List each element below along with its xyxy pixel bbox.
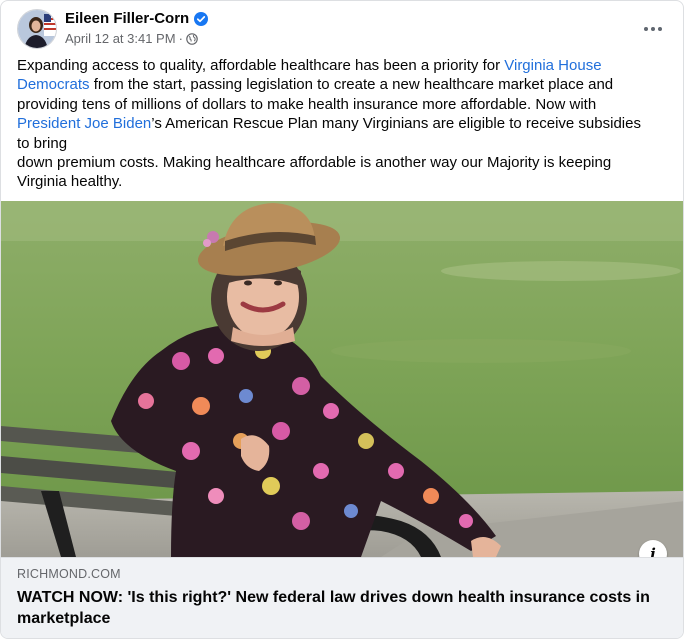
author-avatar[interactable] <box>17 9 57 49</box>
facebook-post: Eileen Filler-Corn April 12 at 3:41 PM · <box>0 0 684 639</box>
post-paragraph-2: down premium costs. Making healthcare af… <box>17 154 612 191</box>
post-paragraph-1: Expanding access to quality, affordable … <box>17 56 657 153</box>
author-line: Eileen Filler-Corn <box>65 10 209 27</box>
link-domain: RICHMOND.COM <box>17 567 121 581</box>
post-meta: April 12 at 3:41 PM · <box>65 31 198 46</box>
meta-separator: · <box>178 31 183 46</box>
link-title[interactable]: WATCH NOW: 'Is this right?' New federal … <box>17 588 657 629</box>
more-options-icon <box>644 27 648 31</box>
joe-biden-link[interactable]: President Joe Biden <box>17 115 151 132</box>
more-dot <box>658 27 662 31</box>
more-options-button[interactable] <box>635 11 671 47</box>
post-text-segment: Expanding access to quality, affordable … <box>17 57 505 74</box>
post-text-segment: from the start, passing legislation to c… <box>17 76 614 113</box>
author-name[interactable]: Eileen Filler-Corn <box>65 10 189 27</box>
link-preview-image[interactable] <box>1 201 683 557</box>
post-header: Eileen Filler-Corn April 12 at 3:41 PM · <box>17 9 667 53</box>
verified-badge-icon <box>194 11 209 26</box>
globe-icon[interactable] <box>186 32 198 45</box>
link-preview[interactable]: RICHMOND.COM WATCH NOW: 'Is this right?'… <box>1 557 683 638</box>
post-timestamp[interactable]: April 12 at 3:41 PM <box>65 31 176 46</box>
post-text: Expanding access to quality, affordable … <box>17 56 657 192</box>
more-dot <box>651 27 655 31</box>
